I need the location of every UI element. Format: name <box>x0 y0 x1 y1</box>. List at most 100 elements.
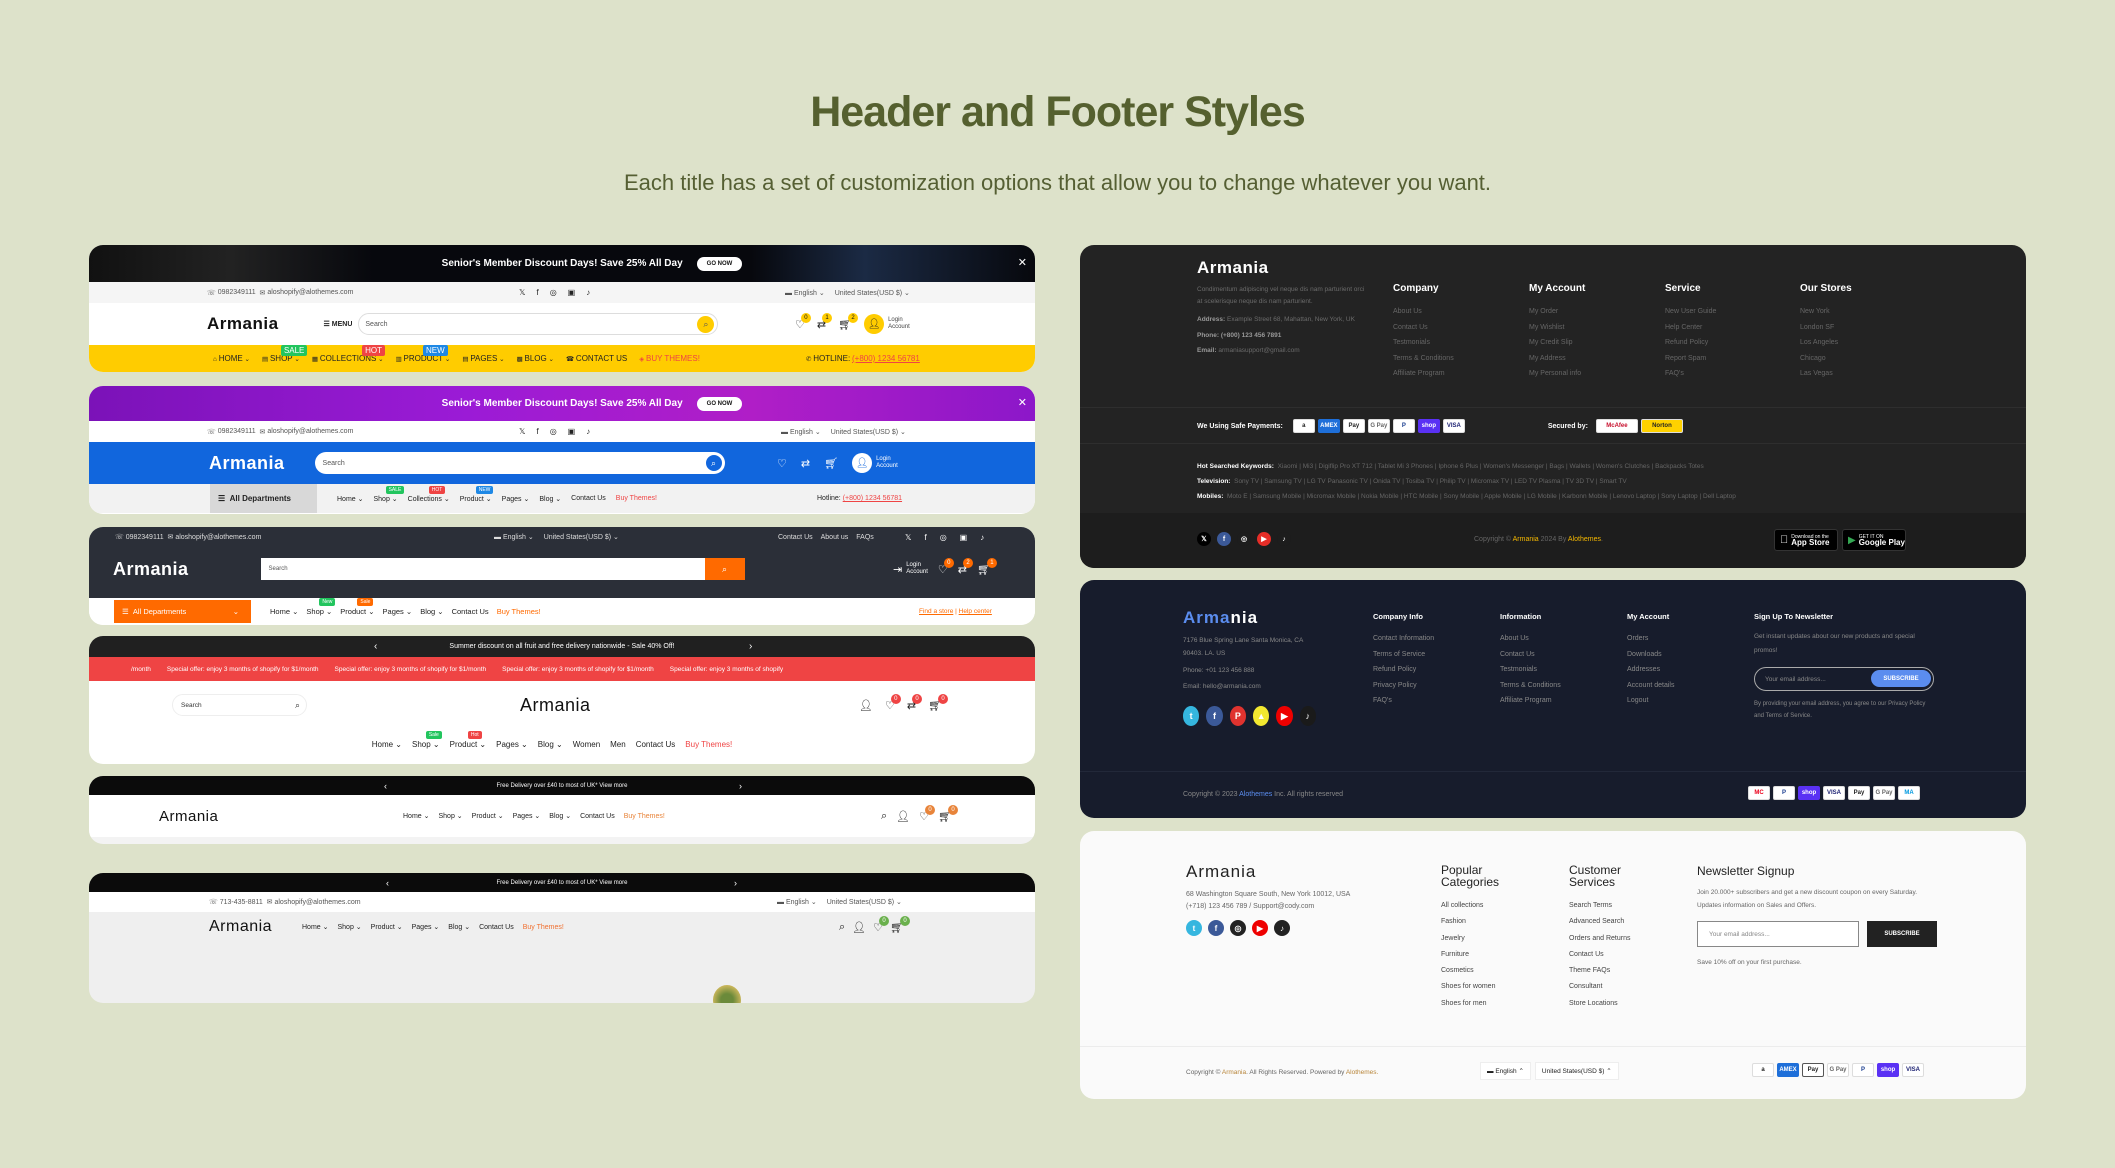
compare-icon[interactable]: ⇄ 2 <box>958 557 973 576</box>
nav-blog[interactable]: Blog ⌄ <box>549 812 571 820</box>
footer-link[interactable]: Cosmetics <box>1441 963 1521 979</box>
footer-link[interactable]: Account details <box>1627 678 1674 694</box>
facebook-icon[interactable]: f <box>1206 706 1223 726</box>
footer-link[interactable]: Furniture <box>1441 947 1521 963</box>
prev-arrow-icon[interactable]: ‹ <box>384 781 387 791</box>
nav-contact[interactable]: Contact Us <box>452 607 489 616</box>
language-select[interactable]: ▬ English ⌄ <box>781 428 821 436</box>
prev-arrow-icon[interactable]: ‹ <box>374 641 377 652</box>
footer-logo[interactable]: Armania <box>1197 258 1367 278</box>
hotline-number[interactable]: (+800) 1234 56781 <box>843 495 902 502</box>
footer-link[interactable]: Jewelry <box>1441 931 1521 947</box>
nav-buy-themes[interactable]: ◈ BUY THEMES! <box>639 354 700 363</box>
alothemes-link[interactable]: Alothemes <box>1239 791 1272 798</box>
nav-contact[interactable]: Contact Us <box>636 740 676 749</box>
cart-icon[interactable]: 🛒︎ 1 <box>977 557 997 576</box>
footer-link[interactable]: Terms & Conditions <box>1393 351 1454 367</box>
nav-pages[interactable]: ▤ PAGES ⌄ <box>462 354 504 363</box>
help-center-link[interactable]: Help center <box>959 608 992 615</box>
x-icon[interactable]: 𝕏 <box>519 288 525 297</box>
cart-icon[interactable]: 🛒︎ 0 <box>938 804 958 823</box>
footer-link[interactable]: Affiliate Program <box>1393 366 1454 382</box>
footer-link[interactable]: Orders and Returns <box>1569 931 1649 947</box>
nav-home[interactable]: ⌂ HOME ⌄ <box>213 354 250 363</box>
go-now-button[interactable]: GO NOW <box>696 396 743 411</box>
compare-icon[interactable]: ⇄ 1 <box>817 312 833 331</box>
brand-link[interactable]: Armania <box>1513 536 1539 543</box>
account-link[interactable]: Account <box>888 324 910 330</box>
close-icon[interactable]: ✕ <box>1018 256 1027 269</box>
search-icon[interactable]: ⌕ <box>704 454 723 472</box>
nav-product[interactable]: Product ⌄ <box>371 923 403 931</box>
logo[interactable]: Armania <box>520 695 591 716</box>
nav-collections[interactable]: Collections ⌄ HOT <box>408 485 450 503</box>
subscribe-button[interactable]: SUBSCRIBE <box>1867 921 1937 947</box>
footer-link[interactable]: Privacy Policy <box>1373 678 1434 694</box>
tiktok-icon[interactable]: ♪ <box>1277 532 1291 546</box>
cart-icon[interactable]: 🛒︎ 0 <box>928 693 949 712</box>
top-link-about[interactable]: About us <box>821 534 849 541</box>
search-icon[interactable]: ⌕ <box>295 700 300 711</box>
nav-blog[interactable]: Blog ⌄ <box>420 607 443 616</box>
currency-select[interactable]: United States(USD $) ⌄ <box>544 533 619 541</box>
footer-link[interactable]: About Us <box>1500 631 1561 647</box>
nav-blog[interactable]: Blog ⌄ <box>538 740 563 749</box>
app-store-button[interactable]: Download on theApp Store <box>1774 529 1838 551</box>
footer-link[interactable]: My Order <box>1529 304 1585 320</box>
pinterest-icon[interactable]: P <box>1229 706 1246 726</box>
facebook-icon[interactable]: f <box>924 533 926 542</box>
footer-link[interactable]: My Personal info <box>1529 366 1585 382</box>
search-input[interactable]: Search ⌕ <box>260 558 745 580</box>
footer-link[interactable]: Affiliate Program <box>1500 693 1561 709</box>
footer-link[interactable]: Downloads <box>1627 647 1674 663</box>
wishlist-icon[interactable]: ♡ 0 <box>938 557 954 576</box>
google-play-button[interactable]: ▶ GET IT ON Google Play <box>1842 529 1906 551</box>
nav-pages[interactable]: Pages ⌄ <box>496 740 528 749</box>
instagram-icon[interactable]: ◎ <box>940 533 947 542</box>
language-select[interactable]: ▬ English ⌄ <box>494 533 534 541</box>
nav-home[interactable]: Home ⌄ <box>302 923 329 931</box>
youtube-icon[interactable]: ▶ <box>1257 532 1271 546</box>
logo[interactable]: Armania <box>113 559 189 580</box>
language-select[interactable]: ▬ English ⌃ <box>1480 1062 1531 1080</box>
next-arrow-icon[interactable]: › <box>749 641 752 652</box>
alothemes-link[interactable]: Alothemes <box>1568 536 1601 543</box>
search-icon[interactable]: ⌕ <box>839 921 845 934</box>
x-icon[interactable]: 𝕏 <box>905 533 911 542</box>
footer-logo[interactable]: Armania <box>1183 608 1323 628</box>
footer-link[interactable]: About Us <box>1393 304 1454 320</box>
all-departments-button[interactable]: ☰ All Departments ⌄ <box>114 600 251 623</box>
wishlist-icon[interactable]: ♡ 0 <box>919 804 936 823</box>
nav-shop[interactable]: Shop ⌄ SALE <box>374 485 405 503</box>
account-icon[interactable]: 👤︎ <box>896 810 910 823</box>
cart-icon[interactable]: 🛒︎ 2 <box>838 312 859 331</box>
account-link[interactable]: Account <box>906 569 928 575</box>
footer-link[interactable]: Testmonials <box>1500 662 1561 678</box>
youtube-icon[interactable]: ▣ <box>568 288 576 297</box>
footer-link[interactable]: Search Terms <box>1569 898 1649 914</box>
nav-contact[interactable]: Contact Us <box>479 924 514 931</box>
footer-link[interactable]: My Wishlist <box>1529 320 1585 336</box>
nav-blog[interactable]: Blog ⌄ <box>539 495 561 503</box>
tiktok-icon[interactable]: ♪ <box>586 427 590 436</box>
nav-buy-themes[interactable]: Buy Themes! <box>497 607 541 616</box>
search-icon[interactable]: ⌕ <box>704 558 745 580</box>
wishlist-icon[interactable]: ♡ <box>777 457 787 470</box>
footer-link[interactable]: Advanced Search <box>1569 914 1649 930</box>
nav-shop[interactable]: Shop ⌄ Sale <box>412 730 442 749</box>
footer-link[interactable]: Contact Us <box>1569 947 1649 963</box>
nav-shop[interactable]: ▤ SHOP ⌄ SALE <box>262 345 308 363</box>
nav-buy-themes[interactable]: Buy Themes! <box>624 813 665 820</box>
nav-men[interactable]: Men <box>610 740 626 749</box>
search-input[interactable]: Search ⌕ <box>358 313 719 335</box>
login-link[interactable]: Login <box>888 317 903 323</box>
account-icon[interactable]: 👤︎ <box>859 699 873 712</box>
footer-link[interactable]: Consultant <box>1569 979 1649 995</box>
footer-link[interactable]: Store Locations <box>1569 996 1649 1012</box>
account-link[interactable]: Account <box>876 463 898 469</box>
nav-pages[interactable]: Pages ⌄ <box>513 812 541 820</box>
footer-link[interactable]: Contact Information <box>1373 631 1434 647</box>
top-link-contact[interactable]: Contact Us <box>778 534 813 541</box>
newsletter-email-input[interactable]: Your email address... <box>1697 921 1859 947</box>
compare-icon[interactable]: ⇄ 0 <box>907 693 923 712</box>
